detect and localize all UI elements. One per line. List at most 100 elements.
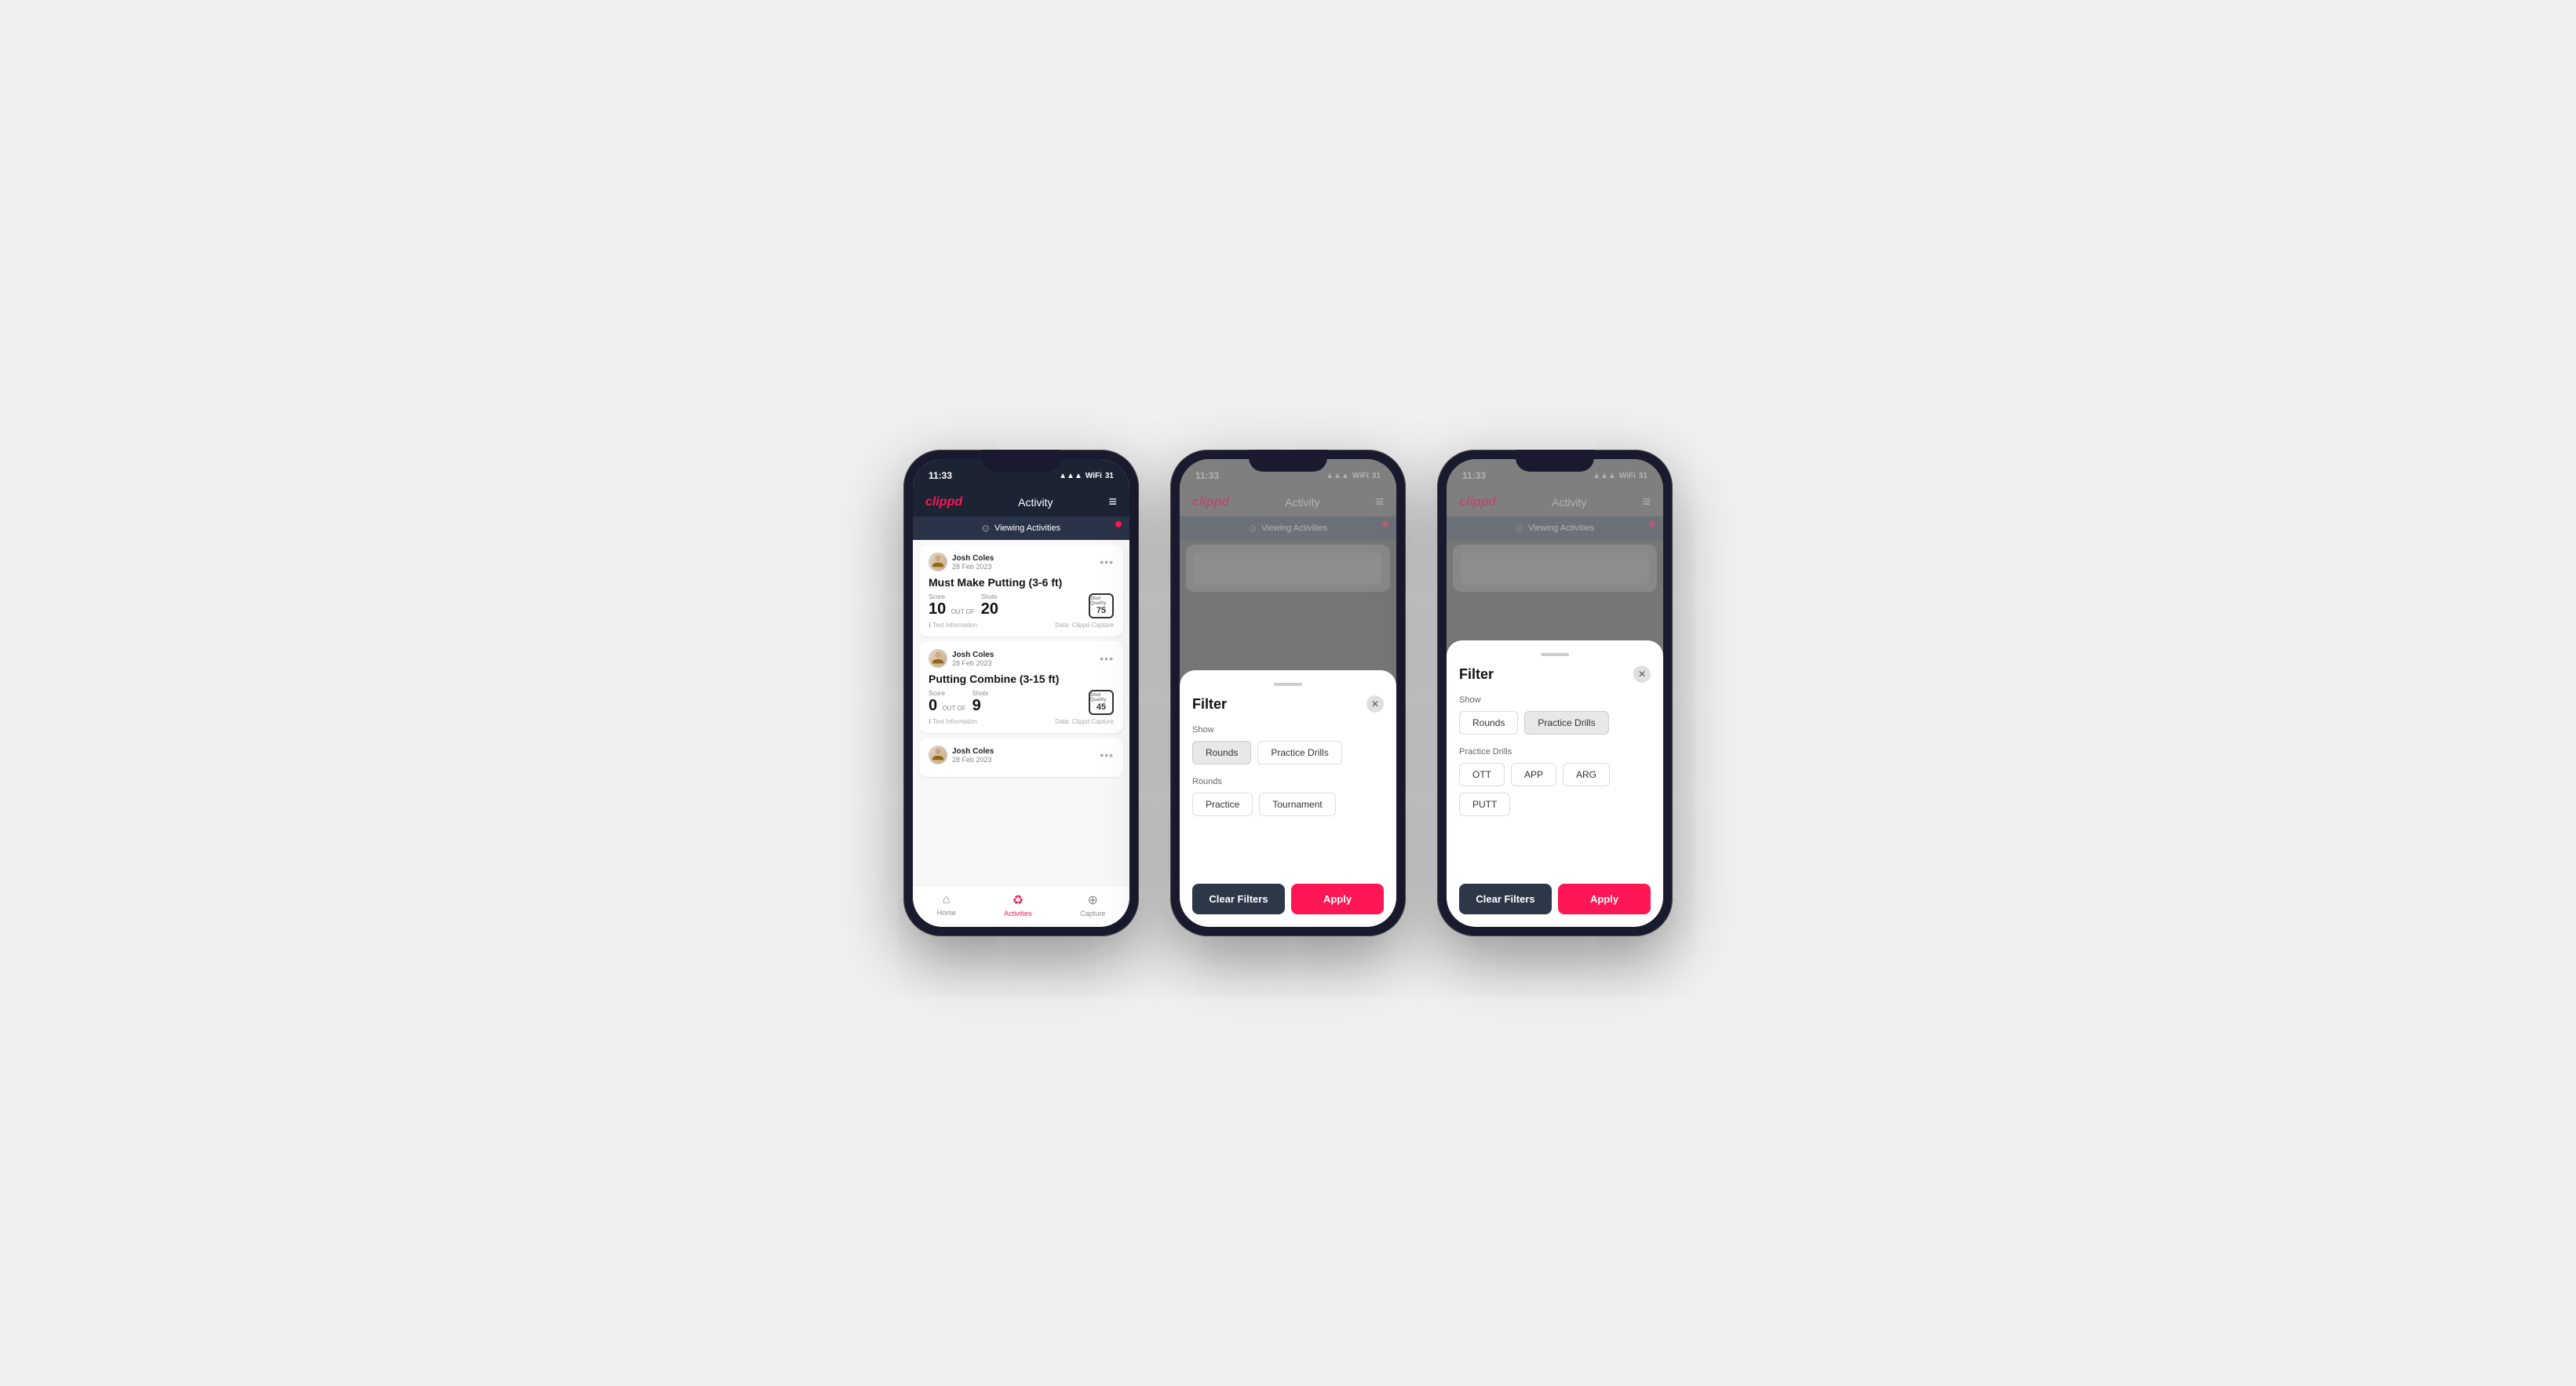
logo-1: clippd [925, 495, 962, 509]
user-details-3: Josh Coles 28 Feb 2023 [952, 747, 994, 764]
wifi-icon: WiFi [1085, 472, 1102, 480]
card-header-3: Josh Coles 28 Feb 2023 ••• [929, 746, 1114, 764]
putt-btn-3[interactable]: PUTT [1459, 793, 1510, 816]
capture-icon-1: ⊕ [1088, 892, 1098, 908]
filter-handle-2 [1274, 683, 1302, 686]
card-header-1: Josh Coles 28 Feb 2023 ••• [929, 553, 1114, 571]
user-date-1: 28 Feb 2023 [952, 563, 994, 571]
practice-drills-buttons-3: OTT APP ARG PUTT [1459, 763, 1651, 816]
filter-close-2[interactable]: ✕ [1366, 695, 1384, 713]
nav-home-1[interactable]: ⌂ Home [937, 893, 956, 917]
sq-label-2: Shot Quality [1090, 693, 1112, 702]
avatar-inner-3 [929, 746, 947, 764]
phone-3-screen: 11:33 ▲▲▲ WiFi 31 clippd Activity ≡ ⊙ Vi… [1447, 459, 1663, 927]
rounds-btn-2[interactable]: Rounds [1192, 741, 1251, 764]
clear-filters-btn-2[interactable]: Clear Filters [1192, 884, 1285, 914]
shots-group-2: Shots 9 [972, 690, 988, 715]
tournament-option-2[interactable]: Tournament [1259, 793, 1335, 816]
battery-icon: 31 [1105, 472, 1114, 480]
shots-label-2: Shots [972, 690, 988, 697]
rounds-btn-3[interactable]: Rounds [1459, 711, 1518, 735]
shots-value-2: 9 [972, 697, 981, 714]
avatar-1 [929, 553, 947, 571]
shots-group-1: Shots 20 [981, 593, 998, 618]
avatar-inner-1 [929, 553, 947, 571]
shots-label-1: Shots [981, 593, 998, 600]
avatar-2 [929, 649, 947, 668]
menu-icon-1[interactable]: ≡ [1108, 494, 1117, 510]
rounds-section-label-2: Rounds [1192, 777, 1384, 786]
notch-1 [982, 450, 1060, 472]
clear-filters-btn-3[interactable]: Clear Filters [1459, 884, 1552, 914]
viewing-bar-1[interactable]: ⊙ Viewing Activities [913, 516, 1129, 540]
out-of-2: OUT OF [943, 705, 966, 712]
filter-sheet-2: Filter ✕ Show Rounds Practice Drills Rou… [1180, 670, 1396, 927]
practice-drills-btn-2[interactable]: Practice Drills [1257, 741, 1341, 764]
apply-btn-3[interactable]: Apply [1558, 884, 1651, 914]
nav-capture-1[interactable]: ⊕ Capture [1080, 892, 1105, 917]
activity-card-3: Josh Coles 28 Feb 2023 ••• [919, 738, 1123, 777]
filter-overlay-3: Filter ✕ Show Rounds Practice Drills Pra… [1447, 459, 1663, 927]
user-date-2: 28 Feb 2023 [952, 659, 994, 667]
footer-right-1: Data: Clippd Capture [1055, 622, 1114, 629]
user-details-2: Josh Coles 28 Feb 2023 [952, 651, 994, 667]
sq-label-1: Shot Quality [1090, 596, 1112, 606]
show-label-3: Show [1459, 695, 1651, 705]
filter-header-3: Filter ✕ [1459, 666, 1651, 683]
app-btn-3[interactable]: APP [1511, 763, 1556, 786]
more-dots-1[interactable]: ••• [1100, 556, 1114, 568]
stats-row-1: Score 10 OUT OF Shots 20 Shot Quality 75 [929, 593, 1114, 618]
show-buttons-2: Rounds Practice Drills [1192, 741, 1384, 764]
home-label-1: Home [937, 909, 956, 917]
notification-dot-1 [1115, 521, 1122, 527]
screen-title-1: Activity [1018, 496, 1053, 509]
filter-close-3[interactable]: ✕ [1633, 666, 1651, 683]
filter-handle-3 [1541, 653, 1569, 656]
more-dots-3[interactable]: ••• [1100, 749, 1114, 761]
user-info-2: Josh Coles 28 Feb 2023 [929, 649, 994, 668]
out-of-1: OUT OF [951, 608, 975, 615]
user-info-3: Josh Coles 28 Feb 2023 [929, 746, 994, 764]
score-group-1: Score 10 OUT OF [929, 593, 976, 618]
card-header-2: Josh Coles 28 Feb 2023 ••• [929, 649, 1114, 668]
avatar-3 [929, 746, 947, 764]
card-footer-2: ℹ Test Information Data: Clippd Capture [929, 718, 1114, 725]
apply-btn-2[interactable]: Apply [1291, 884, 1384, 914]
sq-value-2: 45 [1096, 702, 1106, 712]
footer-left-1: ℹ Test Information [929, 622, 977, 629]
rounds-buttons-2: Practice Tournament [1192, 793, 1384, 816]
home-icon-1: ⌂ [943, 893, 950, 907]
ott-btn-3[interactable]: OTT [1459, 763, 1505, 786]
activities-label-1: Activities [1004, 910, 1032, 917]
bottom-nav-1: ⌂ Home ♻ Activities ⊕ Capture [913, 885, 1129, 927]
filter-overlay-2: Filter ✕ Show Rounds Practice Drills Rou… [1180, 459, 1396, 927]
practice-drills-btn-3[interactable]: Practice Drills [1524, 711, 1608, 735]
filter-footer-2: Clear Filters Apply [1192, 884, 1384, 914]
user-date-3: 28 Feb 2023 [952, 756, 994, 764]
phone-2: 11:33 ▲▲▲ WiFi 31 clippd Activity ≡ ⊙ Vi… [1170, 450, 1406, 936]
more-dots-2[interactable]: ••• [1100, 652, 1114, 665]
user-name-2: Josh Coles [952, 651, 994, 659]
nav-bar-1: clippd Activity ≡ [913, 487, 1129, 516]
activity-title-1: Must Make Putting (3-6 ft) [929, 576, 1114, 589]
score-label-2: Score [929, 690, 968, 697]
activity-list-1: Josh Coles 28 Feb 2023 ••• Must Make Put… [913, 540, 1129, 885]
nav-activities-1[interactable]: ♻ Activities [1004, 892, 1032, 917]
activity-card-1: Josh Coles 28 Feb 2023 ••• Must Make Put… [919, 545, 1123, 636]
score-group-2: Score 0 OUT OF [929, 690, 968, 715]
shots-value-1: 20 [981, 600, 998, 618]
arg-btn-3[interactable]: ARG [1563, 763, 1610, 786]
practice-option-2[interactable]: Practice [1192, 793, 1253, 816]
activities-icon-1: ♻ [1013, 892, 1023, 908]
show-buttons-3: Rounds Practice Drills [1459, 711, 1651, 735]
avatar-inner-2 [929, 650, 947, 667]
footer-right-2: Data: Clippd Capture [1055, 718, 1114, 725]
stats-row-2: Score 0 OUT OF Shots 9 Shot Quality 45 [929, 690, 1114, 715]
filter-title-3: Filter [1459, 666, 1494, 683]
phone-1-screen: 11:33 ▲▲▲ WiFi 31 clippd Activity ≡ ⊙ Vi… [913, 459, 1129, 927]
footer-left-2: ℹ Test Information [929, 718, 977, 725]
viewing-icon-1: ⊙ [982, 523, 990, 534]
capture-label-1: Capture [1080, 910, 1105, 917]
user-name-3: Josh Coles [952, 747, 994, 756]
score-label-1: Score [929, 593, 976, 600]
